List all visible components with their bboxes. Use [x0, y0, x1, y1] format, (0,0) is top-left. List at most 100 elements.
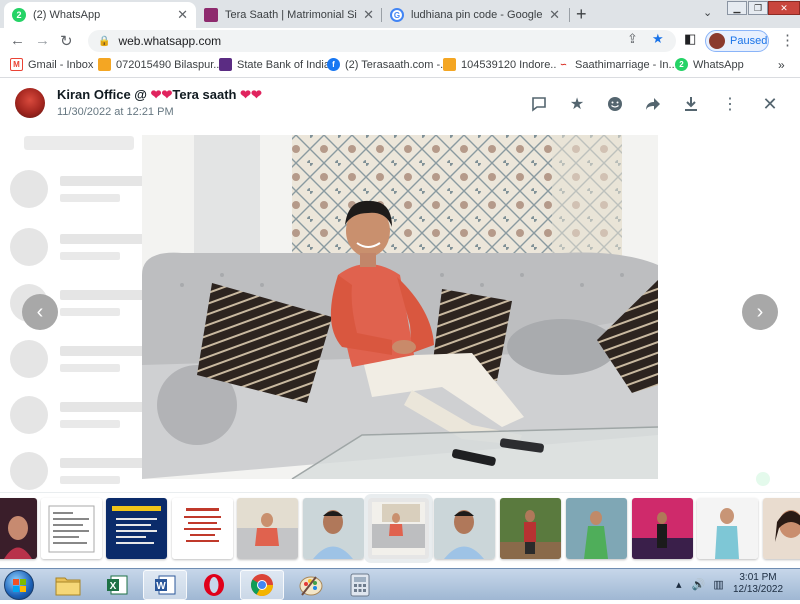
clock-date: 12/13/2022 — [732, 584, 784, 595]
word-letter: W — [156, 581, 166, 592]
close-tab-icon[interactable]: ✕ — [363, 7, 374, 23]
close-tab-icon[interactable]: ✕ — [177, 7, 188, 23]
menu-icon[interactable]: ⋮ — [720, 94, 740, 114]
site-icon — [98, 58, 111, 71]
media-thumbnail[interactable] — [303, 498, 364, 559]
profile-avatar — [709, 33, 725, 49]
media-thumbnail[interactable] — [500, 498, 561, 559]
tab-search-chevron-icon[interactable]: ⌄ — [703, 6, 712, 19]
media-thumbnail[interactable] — [0, 498, 37, 559]
media-thumbnail[interactable] — [632, 498, 693, 559]
forward-icon[interactable]: → — [35, 32, 50, 49]
bookmark-terasaath-facebook[interactable]: f (2) Terasaath.com -... — [327, 58, 449, 71]
close-icon[interactable]: ✕ — [760, 94, 780, 114]
media-thumbnail[interactable] — [434, 498, 495, 559]
show-hidden-icons-icon[interactable]: ▴ — [676, 579, 682, 591]
background-chat-row — [10, 452, 160, 492]
sbi-icon — [219, 58, 232, 71]
tab-google-search[interactable]: G ludhiana pin code - Google Searc ✕ — [382, 2, 568, 28]
sender-name-text: Kiran Office @ — [57, 87, 151, 102]
download-icon[interactable] — [681, 94, 701, 114]
site-icon — [443, 58, 456, 71]
gmail-icon: M — [10, 58, 23, 71]
opera-taskbar-button[interactable] — [192, 570, 236, 600]
start-button[interactable] — [4, 570, 34, 600]
tab-separator — [569, 8, 570, 22]
excel-taskbar-button[interactable]: X — [95, 570, 139, 600]
calculator-taskbar-button[interactable] — [338, 570, 382, 600]
windows-taskbar: X W ▴ 🔊 ▥ 3:01 PM 12/13/2022 — [0, 568, 800, 600]
background-search-bar — [24, 136, 134, 150]
bookmark-label: 104539120 Indore... — [461, 58, 560, 71]
previous-media-button[interactable]: ‹ — [22, 294, 58, 330]
media-thumbnail[interactable] — [172, 498, 233, 559]
media-thumbnail[interactable] — [237, 498, 298, 559]
bookmark-label: WhatsApp — [693, 58, 744, 71]
media-thumbnail[interactable] — [566, 498, 627, 559]
bookmark-label: Gmail - Inbox — [28, 58, 94, 71]
back-icon[interactable]: ← — [10, 32, 25, 49]
bookmark-saathimarriage[interactable]: ∽ Saathimarriage - In... — [557, 58, 678, 71]
media-thumbnail[interactable] — [41, 498, 102, 559]
tab-title: ludhiana pin code - Google Searc — [411, 9, 543, 21]
lock-icon[interactable]: 🔒 — [98, 36, 110, 47]
close-tab-icon[interactable]: ✕ — [549, 7, 560, 23]
bookmark-whatsapp[interactable]: 2 WhatsApp — [675, 58, 744, 71]
star-message-icon[interactable]: ★ — [567, 94, 587, 114]
bookmark-label: Saathimarriage - In... — [575, 58, 678, 71]
media-thumbnail[interactable] — [106, 498, 167, 559]
word-taskbar-button[interactable]: W — [143, 570, 187, 600]
sender-name: Kiran Office @ ❤❤Tera saath ❤❤ — [57, 87, 262, 103]
network-icon[interactable]: ▥ — [713, 579, 723, 591]
media-thumbnail[interactable] — [697, 498, 758, 559]
next-media-button[interactable]: › — [742, 294, 778, 330]
taskbar-clock[interactable]: 3:01 PM 12/13/2022 — [726, 572, 790, 596]
more-bookmarks-icon[interactable]: » — [778, 58, 785, 72]
background-chat-row — [10, 170, 160, 210]
reload-icon[interactable]: ↻ — [60, 32, 73, 50]
clock-time: 3:01 PM — [739, 572, 777, 583]
whatsapp-icon: 2 — [675, 58, 688, 71]
media-thumbnail[interactable] — [763, 498, 800, 559]
go-to-message-icon[interactable] — [529, 94, 549, 114]
tab-whatsapp[interactable]: 2 (2) WhatsApp ✕ — [4, 2, 196, 28]
tab-title: Tera Saath | Matrimonial Site | Be — [225, 9, 357, 21]
sender-avatar[interactable] — [15, 88, 45, 118]
facebook-icon: f — [327, 58, 340, 71]
whatsapp-icon: 2 — [12, 8, 26, 22]
sender-name-suffix: Tera saath — [172, 87, 241, 102]
profile-button[interactable]: Paused — [705, 30, 769, 52]
browser-menu-icon[interactable]: ⋮ — [780, 31, 795, 49]
close-window-button[interactable]: ✕ — [768, 1, 800, 15]
message-timestamp: 11/30/2022 at 12:21 PM — [57, 106, 174, 118]
media-thumbnail-strip — [0, 492, 800, 568]
tab-title: (2) WhatsApp — [33, 9, 101, 21]
bookmark-gmail[interactable]: M Gmail - Inbox — [10, 58, 93, 71]
heart-icon: ❤❤ — [150, 87, 173, 102]
bookmark-star-icon[interactable]: ★ — [652, 31, 664, 47]
paint-taskbar-button[interactable] — [289, 570, 333, 600]
new-tab-button[interactable]: + — [576, 4, 587, 25]
react-emoji-icon[interactable] — [605, 94, 625, 114]
browser-toolbar: ← → ↻ 🔒 web.whatsapp.com ⇪ ★ ◧ Paused ⋮ — [0, 28, 800, 54]
background-chat-row — [10, 340, 160, 380]
bookmark-bilaspur[interactable]: 072015490 Bilaspur... — [98, 58, 222, 71]
chrome-taskbar-button[interactable] — [240, 570, 284, 600]
bookmark-sbi[interactable]: State Bank of India — [219, 58, 330, 71]
excel-letter: X — [110, 581, 117, 592]
minimize-button[interactable]: ▁ — [727, 1, 747, 15]
media-viewer-header: Kiran Office @ ❤❤Tera saath ❤❤ 11/30/202… — [0, 78, 800, 130]
file-explorer-taskbar-button[interactable] — [46, 570, 90, 600]
bookmark-label: State Bank of India — [237, 58, 330, 71]
url-text: web.whatsapp.com — [118, 34, 222, 48]
side-panel-icon[interactable]: ◧ — [684, 31, 696, 47]
tera-saath-icon — [204, 8, 218, 22]
media-thumbnail-selected[interactable] — [364, 494, 433, 563]
bookmark-indore[interactable]: 104539120 Indore... — [443, 58, 559, 71]
restore-button[interactable]: ❐ — [748, 1, 768, 15]
address-bar[interactable]: 🔒 web.whatsapp.com — [88, 30, 676, 52]
share-icon[interactable]: ⇪ — [627, 31, 638, 47]
forward-icon[interactable] — [643, 94, 663, 114]
tab-tera-saath[interactable]: Tera Saath | Matrimonial Site | Be ✕ — [196, 2, 382, 28]
volume-icon[interactable]: 🔊 — [692, 579, 706, 591]
